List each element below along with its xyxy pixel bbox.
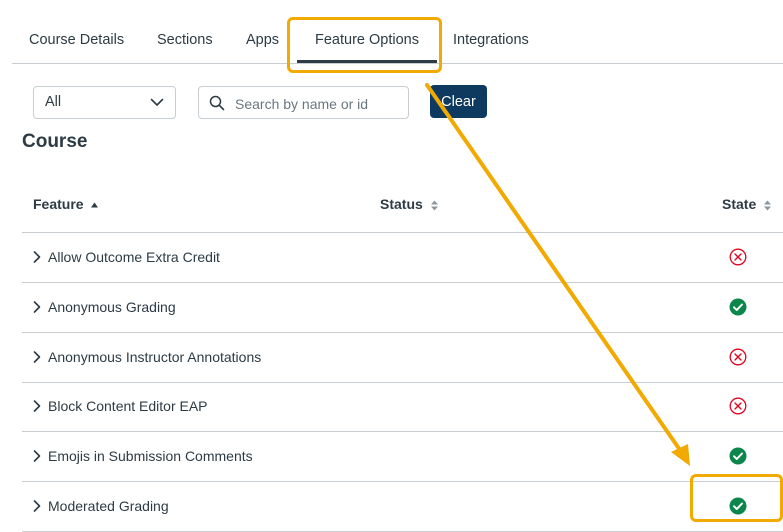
tab-feature-options-label: Feature Options [315,32,419,48]
table-row: Block Content Editor EAP [22,382,783,433]
sort-ascending-icon [91,202,99,208]
feature-name[interactable]: Moderated Grading [48,498,169,514]
chevron-right-icon[interactable] [32,250,42,264]
column-header-status-label: Status [380,196,423,212]
search-field [198,86,409,119]
check-circle-icon[interactable] [729,447,747,465]
sort-icon [764,200,772,211]
chevron-right-icon[interactable] [32,350,42,364]
check-circle-icon[interactable] [729,298,747,316]
x-circle-icon[interactable] [729,348,747,366]
x-circle-icon[interactable] [729,397,747,415]
feature-name[interactable]: Anonymous Grading [48,299,176,315]
tab-bar: Course Details Sections Apps Feature Opt… [0,0,783,64]
column-header-feature-label: Feature [33,196,84,212]
filter-select[interactable]: All [33,86,176,119]
table-row: Emojis in Submission Comments [22,432,783,483]
tab-apps[interactable]: Apps [246,32,279,48]
table-row: Allow Outcome Extra Credit [22,233,783,283]
filter-select-value: All [45,94,62,110]
tab-sections[interactable]: Sections [157,32,213,48]
tab-course-details[interactable]: Course Details [29,32,124,48]
check-circle-icon[interactable] [729,497,747,515]
search-input[interactable] [233,91,407,117]
column-header-status[interactable]: Status [380,196,438,212]
section-title: Course [22,131,88,152]
search-icon [209,95,225,111]
table-row: Anonymous Grading [22,283,783,333]
feature-name[interactable]: Allow Outcome Extra Credit [48,249,220,265]
column-header-state[interactable]: State [722,196,772,212]
clear-button[interactable]: Clear [430,85,487,118]
column-header-feature[interactable]: Feature [33,196,99,212]
column-header-state-label: State [722,196,757,212]
tab-feature-options[interactable]: Feature Options [297,32,437,63]
chevron-right-icon[interactable] [32,449,42,463]
chevron-right-icon[interactable] [32,300,42,314]
sort-icon [430,200,438,211]
tab-divider [12,63,783,64]
feature-name[interactable]: Block Content Editor EAP [48,398,208,414]
chevron-right-icon[interactable] [32,499,42,513]
chevron-down-icon [150,98,164,106]
x-circle-icon[interactable] [729,248,747,266]
chevron-right-icon[interactable] [32,399,42,413]
feature-name[interactable]: Anonymous Instructor Annotations [48,349,261,365]
tab-integrations[interactable]: Integrations [453,32,529,48]
table-row: Moderated Grading [22,482,783,532]
table-row: Anonymous Instructor Annotations [22,333,783,383]
feature-name[interactable]: Emojis in Submission Comments [48,448,253,464]
